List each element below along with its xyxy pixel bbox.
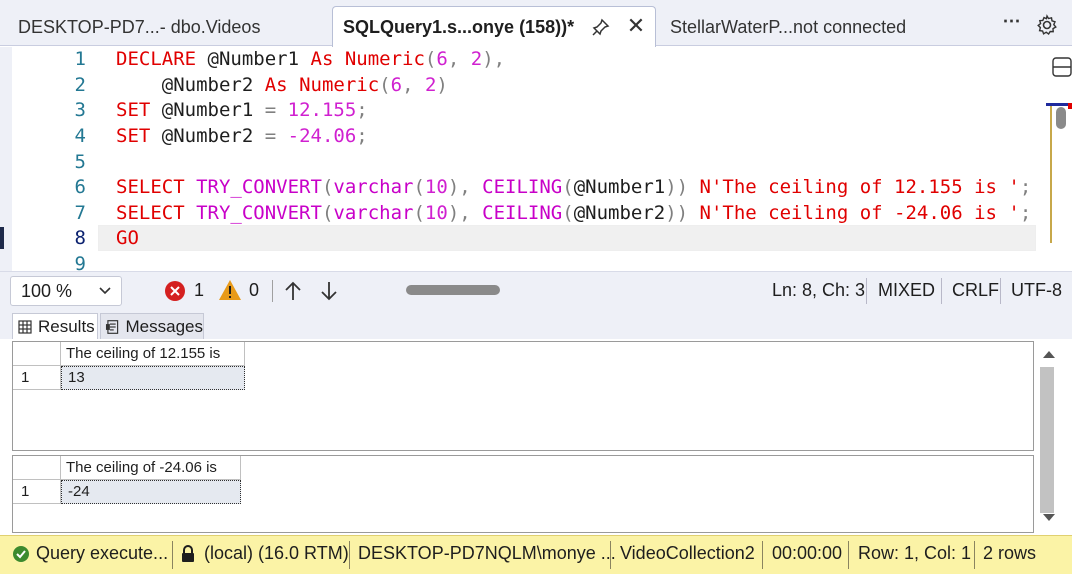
- encoding[interactable]: UTF-8: [1011, 280, 1062, 301]
- code-line-1: DECLARE @Number1 As Numeric(6, 2),: [116, 48, 506, 70]
- results-vertical-scrollbar[interactable]: [1036, 341, 1062, 533]
- zoom-dropdown[interactable]: 100 %: [10, 276, 122, 306]
- tab-videos-table[interactable]: DESKTOP-PD7...- dbo.Videos: [8, 8, 330, 46]
- result-grid-1[interactable]: The ceiling of 12.155 is 1 13: [12, 341, 1034, 451]
- grid-icon: [18, 319, 32, 334]
- code-line-8: GO: [116, 227, 139, 249]
- zoom-value: 100 %: [21, 281, 73, 301]
- scrollbar-thumb[interactable]: [1056, 107, 1066, 129]
- scrollbar-track: [1050, 103, 1052, 243]
- query-status-bar: Query execute... (local) (16.0 RTM) DESK…: [0, 535, 1072, 574]
- line-number: 2: [74, 74, 86, 96]
- divider: [866, 278, 867, 304]
- editor-status-bar: 100 % 1 0 Ln: 8, Ch: 3 MIXED CRLF UTF-8: [0, 271, 1072, 309]
- tab-label: SQLQuery1.s...onye (158))*: [343, 16, 575, 37]
- server-info: (local) (16.0 RTM): [180, 543, 349, 564]
- horizontal-scrollbar-thumb[interactable]: [406, 285, 500, 295]
- scroll-down-arrow-icon[interactable]: [1042, 513, 1056, 523]
- error-icon[interactable]: [164, 280, 186, 302]
- gear-icon[interactable]: [1036, 14, 1058, 36]
- row-header-corner[interactable]: [13, 456, 61, 480]
- tab-messages[interactable]: Messages: [100, 313, 204, 339]
- line-number-gutter: 1 2 3 4 5 6 7 8 9: [0, 47, 90, 275]
- query-editor[interactable]: 1 2 3 4 5 6 7 8 9 DECLARE @Number1 As Nu…: [0, 47, 1072, 275]
- line-ending[interactable]: CRLF: [952, 280, 999, 301]
- messages-icon: [105, 319, 119, 334]
- scrollbar-position-marker: [1046, 103, 1070, 106]
- pin-icon[interactable]: [591, 17, 611, 37]
- row-number[interactable]: 1: [13, 480, 61, 504]
- user-info: DESKTOP-PD7NQLM\monye ...: [358, 543, 616, 563]
- tab-messages-label: Messages: [125, 316, 203, 336]
- previous-error-arrow-icon[interactable]: [282, 279, 304, 303]
- row-count: 2 rows: [983, 543, 1037, 563]
- split-editor-icon[interactable]: [1050, 55, 1072, 79]
- column-header[interactable]: The ceiling of -24.06 is: [61, 456, 241, 480]
- error-count[interactable]: 1: [194, 280, 204, 301]
- divider: [1000, 278, 1001, 304]
- divider: [848, 541, 849, 569]
- tab-sqlquery1[interactable]: SQLQuery1.s...onye (158))* ✕: [332, 6, 656, 47]
- tab-label: DESKTOP-PD7...- dbo.Videos: [18, 16, 261, 37]
- column-header[interactable]: The ceiling of 12.155 is: [61, 342, 245, 366]
- row-col-position: Row: 1, Col: 1: [858, 543, 972, 563]
- chevron-down-icon: [99, 287, 111, 295]
- results-tab-strip: Results Messages: [0, 309, 1072, 339]
- query-status-text: Query execute...: [36, 543, 169, 563]
- line-number: 6: [74, 176, 86, 198]
- cursor-position[interactable]: Ln: 8, Ch: 3: [772, 280, 865, 301]
- document-tab-strip: DESKTOP-PD7...- dbo.Videos SQLQuery1.s..…: [0, 0, 1072, 47]
- close-tab-icon[interactable]: ✕: [625, 15, 647, 37]
- tab-mode[interactable]: MIXED: [878, 280, 935, 301]
- elapsed-time: 00:00:00: [772, 543, 843, 563]
- current-line-marker: [0, 227, 4, 249]
- tab-results[interactable]: Results: [12, 313, 98, 339]
- divider: [941, 278, 942, 304]
- code-line-4: SET @Number2 = -24.06;: [116, 125, 368, 147]
- line-number: 3: [74, 99, 86, 121]
- divider: [349, 541, 350, 569]
- editor-vertical-scrollbar[interactable]: [1046, 103, 1072, 269]
- row-number[interactable]: 1: [13, 366, 61, 390]
- scrollbar-thumb[interactable]: [1040, 367, 1054, 513]
- row-header-corner[interactable]: [13, 342, 61, 366]
- query-status: Query execute...: [12, 543, 168, 564]
- warning-count[interactable]: 0: [249, 280, 259, 301]
- line-number: 8: [74, 227, 86, 249]
- code-line-6: SELECT TRY_CONVERT(varchar(10), CEILING(…: [116, 176, 1032, 198]
- success-check-icon: [13, 545, 29, 562]
- warning-icon[interactable]: [218, 279, 242, 301]
- line-number: 7: [74, 202, 86, 224]
- grid-cell-selected[interactable]: -24: [61, 480, 241, 504]
- divider: [610, 541, 611, 569]
- scroll-up-arrow-icon[interactable]: [1042, 349, 1056, 359]
- error-marker: [1068, 103, 1072, 109]
- tab-label: StellarWaterP...not connected: [670, 16, 907, 37]
- grid-cell-selected[interactable]: 13: [61, 366, 245, 390]
- next-error-arrow-icon[interactable]: [318, 279, 340, 303]
- line-number: 4: [74, 125, 86, 147]
- current-line-highlight: [98, 225, 1036, 251]
- result-grid-2[interactable]: The ceiling of -24.06 is 1 -24: [12, 455, 1034, 533]
- results-pane: Results Messages The ceiling of 12.155 i…: [0, 309, 1072, 535]
- code-line-2: @Number2 As Numeric(6, 2): [161, 74, 448, 96]
- divider: [172, 541, 173, 569]
- line-number: 5: [74, 151, 86, 173]
- divider: [272, 280, 273, 302]
- code-text-area[interactable]: DECLARE @Number1 As Numeric(6, 2), @Numb…: [98, 47, 1038, 271]
- divider: [762, 541, 763, 569]
- server-text: (local) (16.0 RTM): [204, 543, 349, 563]
- lock-icon: [182, 544, 194, 562]
- tab-results-label: Results: [38, 316, 95, 336]
- tab-overflow-menu-icon[interactable]: ⋯: [1000, 12, 1024, 36]
- tab-stellarwater[interactable]: StellarWaterP...not connected: [660, 8, 960, 46]
- divider: [974, 541, 975, 569]
- code-line-3: SET @Number1 = 12.155;: [116, 99, 368, 121]
- database-name: VideoCollection2: [620, 543, 755, 563]
- code-line-7: SELECT TRY_CONVERT(varchar(10), CEILING(…: [116, 202, 1032, 224]
- line-number: 1: [74, 48, 86, 70]
